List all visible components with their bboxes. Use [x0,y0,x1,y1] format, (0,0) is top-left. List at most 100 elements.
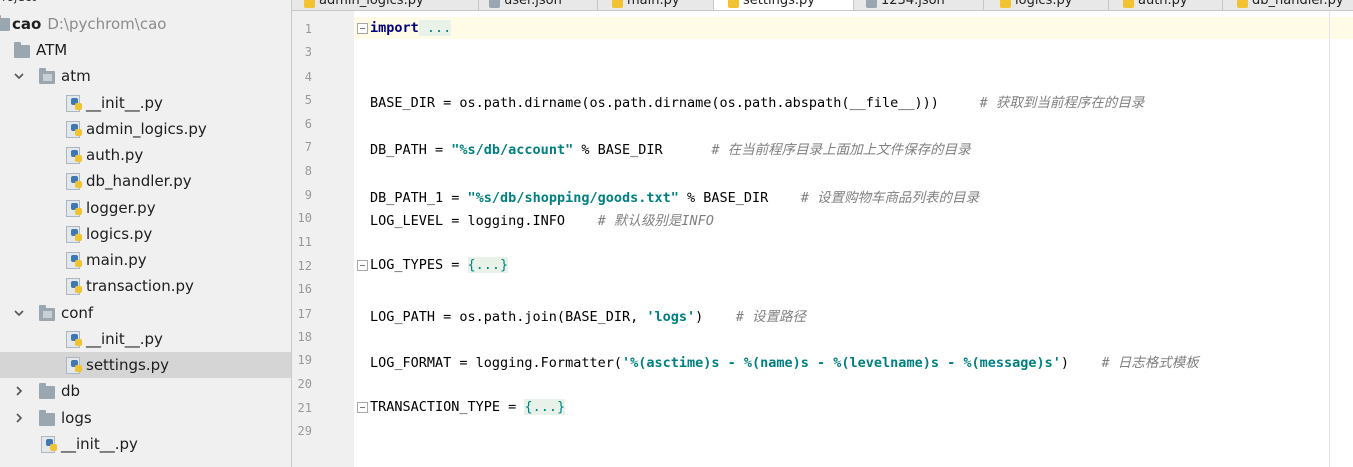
python-file-icon [66,278,82,295]
code-line-5[interactable]: BASE_DIR = os.path.dirname(os.path.dirna… [370,91,1144,111]
project-path: D:\pychrom\cao [47,15,167,33]
line-number: 6 [304,117,312,131]
line-number: 5 [304,93,312,107]
line-number: 20 [297,377,312,391]
python-file-icon [66,357,82,374]
line-number: 1 [304,22,312,36]
tree-item-file[interactable]: auth.py [0,142,291,168]
fold-toggle-icon[interactable] [357,260,368,271]
line-number: 17 [297,307,312,321]
fold-toggle-icon[interactable] [357,23,368,34]
line-number: 21 [297,401,312,415]
tree-item-label: db [61,382,81,400]
line-number: 11 [297,235,312,249]
line-number: 29 [297,424,312,438]
tree-item-label: transaction.py [86,277,194,295]
tab-logics[interactable]: logics.py [984,0,1109,10]
tree-item-folder[interactable]: ATM [0,37,291,63]
python-file-icon [612,0,623,8]
line-number: 12 [297,259,312,273]
tab-db-handler[interactable]: db_handler.py [1223,0,1353,10]
tab-1234-json[interactable]: 1234.json [854,0,984,10]
code-line-10[interactable]: LOG_LEVEL = logging.INFO # 默认级别是INFO [370,209,714,229]
tree-item-file[interactable]: logger.py [0,195,291,221]
code-line-1[interactable]: import ... [370,20,452,36]
tree-item-label: atm [61,67,91,85]
tab-admin-logics[interactable]: admin_logics.py [292,0,479,10]
tree-item-label: main.py [86,251,147,269]
tree-item-file[interactable]: admin_logics.py [0,116,291,142]
tree-item-label: cao [12,15,42,33]
python-file-icon [66,173,82,190]
project-panel-title[interactable]: roject [2,0,36,4]
tree-item-file[interactable]: db_handler.py [0,168,291,194]
tree-item-file[interactable]: __init__.py [0,431,291,457]
code-editor[interactable]: 1 3 4 5 6 7 8 9 10 11 12 16 17 18 19 20 … [292,11,1353,467]
line-number: 16 [297,282,312,296]
json-file-icon [866,0,877,8]
tree-item-label: logs [61,409,92,427]
python-file-icon [66,331,82,348]
code-line-21[interactable]: TRANSACTION_TYPE = {...} [370,399,566,415]
current-line-highlight [354,17,1353,39]
tree-item-label: conf [61,304,94,322]
line-number: 9 [304,188,312,202]
folder-icon [14,42,30,58]
chevron-right-icon[interactable] [13,385,25,397]
python-file-icon [66,147,82,164]
tab-main[interactable]: main.py [598,0,714,10]
json-file-icon [489,0,500,8]
tree-item-label: db_handler.py [86,172,192,190]
folder-icon [39,383,55,399]
line-number: 4 [304,70,312,84]
tab-user-json[interactable]: user.json [479,0,598,10]
folder-icon [39,410,55,426]
tree-item-folder[interactable]: db [0,378,291,404]
folder-icon [39,305,55,321]
tree-item-label: logger.py [86,199,156,217]
code-line-17[interactable]: LOG_PATH = os.path.join(BASE_DIR, 'logs'… [370,305,806,325]
tree-item-label: __init__.py [86,330,163,348]
tree-item-file[interactable]: __init__.py [0,90,291,116]
tree-item-file-selected[interactable]: settings.py [0,352,291,378]
tree-item-folder[interactable]: conf [0,300,291,326]
tree-item-label: admin_logics.py [86,120,207,138]
tree-item-folder[interactable]: logs [0,405,291,431]
python-file-icon [1237,0,1248,8]
tree-item-file[interactable]: main.py [0,247,291,273]
chevron-right-icon[interactable] [13,412,25,424]
tree-item-file[interactable]: transaction.py [0,273,291,299]
line-number: 3 [304,45,312,59]
python-file-icon [1000,0,1011,8]
python-file-icon [304,0,315,8]
python-file-icon [66,200,82,217]
chevron-down-icon[interactable] [13,70,25,82]
python-file-icon [728,0,739,8]
line-number: 7 [304,140,312,154]
line-number: 10 [297,211,312,225]
code-line-7[interactable]: DB_PATH = "%s/db/account" % BASE_DIR # 在… [370,138,971,158]
code-line-19[interactable]: LOG_FORMAT = logging.Formatter('%(asctim… [370,351,1199,371]
code-line-12[interactable]: LOG_TYPES = {...} [370,257,509,273]
python-file-icon [66,226,82,243]
tree-item-label: logics.py [86,225,153,243]
chevron-down-icon[interactable] [13,307,25,319]
tree-item-folder[interactable]: atm [0,63,291,89]
editor-tab-bar: admin_logics.py user.json main.py settin… [292,0,1353,11]
python-file-icon [66,121,82,138]
tree-item-label: ATM [36,41,68,59]
line-number: 19 [297,353,312,367]
tree-item-root[interactable]: cao D:\pychrom\cao [0,11,291,37]
python-file-icon [41,436,57,453]
folder-icon [39,68,55,84]
tree-item-label: __init__.py [86,94,163,112]
tree-item-label: auth.py [86,146,144,164]
line-number: 8 [304,164,312,178]
tree-item-label: settings.py [86,356,169,374]
tree-item-file[interactable]: logics.py [0,221,291,247]
code-line-9[interactable]: DB_PATH_1 = "%s/db/shopping/goods.txt" %… [370,186,979,206]
tab-settings[interactable]: settings.py [714,0,854,10]
fold-toggle-icon[interactable] [357,402,368,413]
tab-auth[interactable]: auth.py [1109,0,1223,10]
tree-item-file[interactable]: __init__.py [0,326,291,352]
